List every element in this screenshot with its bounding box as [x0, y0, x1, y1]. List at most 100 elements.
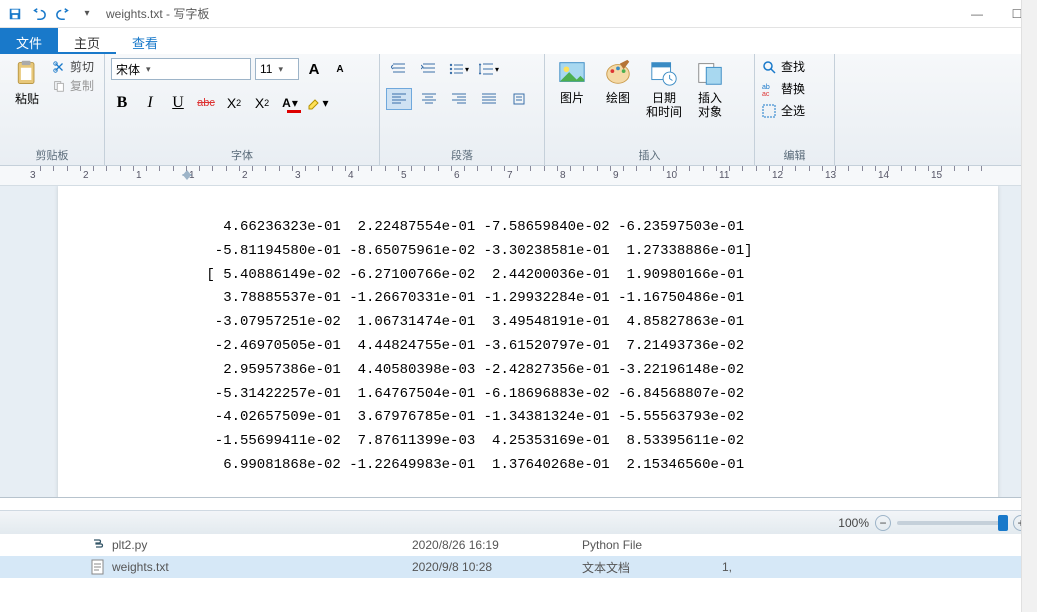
redo-icon[interactable]: [52, 3, 74, 25]
explorer-row[interactable]: weights.txt 2020/9/8 10:28 文本文档 1,: [0, 556, 1037, 578]
tab-home[interactable]: 主页: [58, 28, 116, 54]
group-insert: 图片 绘图 日期和时间 插入对象 插入: [545, 54, 755, 165]
picture-icon: [557, 58, 587, 88]
ruler-number: 1: [136, 170, 142, 181]
svg-text:ac: ac: [762, 91, 770, 97]
qat-customize-icon[interactable]: ▾: [76, 3, 98, 25]
ruler-number: 8: [560, 170, 566, 181]
indent-decrease-button[interactable]: [386, 58, 412, 80]
superscript-button[interactable]: X2: [251, 92, 273, 114]
file-type: 文本文档: [582, 559, 722, 576]
font-size-combo[interactable]: 11▾: [255, 58, 299, 80]
font-name-combo[interactable]: 宋体▾: [111, 58, 251, 80]
ruler-number: 6: [454, 170, 460, 181]
file-date: 2020/8/26 16:19: [412, 538, 582, 552]
find-button[interactable]: 查找: [761, 58, 805, 75]
selectall-icon: [761, 103, 777, 119]
group-edit-label: 编辑: [761, 145, 828, 163]
zoom-out-button[interactable]: −: [875, 515, 891, 531]
replace-button[interactable]: abac替换: [761, 80, 805, 97]
underline-button[interactable]: U: [167, 92, 189, 114]
group-paragraph-label: 段落: [386, 145, 538, 163]
ruler-number: 2: [83, 170, 89, 181]
python-file-icon: [90, 537, 106, 553]
tab-view[interactable]: 查看: [116, 28, 174, 54]
ruler-number: 3: [30, 170, 36, 181]
ruler-number: 15: [931, 170, 942, 181]
group-clipboard-label: 剪贴板: [6, 145, 98, 163]
replace-icon: abac: [761, 81, 777, 97]
strikethrough-button[interactable]: abc: [195, 92, 217, 114]
group-clipboard: 粘贴 剪切 复制 剪贴板: [0, 54, 105, 165]
align-left-button[interactable]: [386, 88, 412, 110]
file-name: weights.txt: [112, 560, 412, 574]
group-paragraph: ▾ ▾ 段落: [380, 54, 545, 165]
bullet-list-button[interactable]: ▾: [446, 58, 472, 80]
explorer-row[interactable]: plt2.py 2020/8/26 16:19 Python File: [0, 534, 1037, 556]
window-title: weights.txt - 写字板: [106, 5, 209, 22]
status-bar: 100% − +: [0, 510, 1037, 534]
zoom-label: 100%: [838, 516, 869, 530]
ruler-number: 10: [666, 170, 677, 181]
save-icon[interactable]: [4, 3, 26, 25]
align-right-button[interactable]: [446, 88, 472, 110]
insert-paint-button[interactable]: 绘图: [597, 58, 639, 105]
ruler-number: 11: [719, 170, 729, 181]
paste-label: 粘贴: [15, 90, 39, 107]
bold-button[interactable]: B: [111, 92, 133, 114]
ruler-number: 4: [348, 170, 354, 181]
ribbon: 粘贴 剪切 复制 剪贴板 宋体▾ 11▾ A A B I U abc X2: [0, 54, 1037, 166]
ruler-number: 3: [295, 170, 301, 181]
calendar-clock-icon: [649, 58, 679, 88]
explorer-background: plt2.py 2020/8/26 16:19 Python File weig…: [0, 534, 1037, 612]
insert-picture-button[interactable]: 图片: [551, 58, 593, 105]
subscript-button[interactable]: X2: [223, 92, 245, 114]
line-spacing-button[interactable]: ▾: [476, 58, 502, 80]
align-justify-button[interactable]: [476, 88, 502, 110]
italic-button[interactable]: I: [139, 92, 161, 114]
group-font-label: 字体: [111, 145, 373, 163]
ruler[interactable]: 321123456789101112131415: [0, 166, 1037, 186]
text-file-icon: [90, 559, 106, 575]
indent-increase-button[interactable]: [416, 58, 442, 80]
object-icon: [695, 58, 725, 88]
document-text[interactable]: 4.66236323e-01 2.22487554e-01 -7.5865984…: [198, 216, 968, 478]
svg-text:ab: ab: [762, 84, 770, 91]
file-date: 2020/9/8 10:28: [412, 560, 582, 574]
align-center-button[interactable]: [416, 88, 442, 110]
grow-font-button[interactable]: A: [303, 58, 325, 80]
scissors-icon: [52, 60, 66, 74]
group-edit: 查找 abac替换 全选 编辑: [755, 54, 835, 165]
title-bar: ▾ weights.txt - 写字板 — ☐: [0, 0, 1037, 28]
tab-file[interactable]: 文件: [0, 28, 58, 54]
highlight-button[interactable]: ▾: [307, 92, 329, 114]
file-size: 1,: [722, 560, 732, 574]
document-area: 4.66236323e-01 2.22487554e-01 -7.5865984…: [0, 186, 1037, 498]
paste-button[interactable]: 粘贴: [6, 58, 48, 107]
document-page[interactable]: 4.66236323e-01 2.22487554e-01 -7.5865984…: [58, 186, 998, 498]
ruler-number: 5: [401, 170, 407, 181]
vertical-scrollbar[interactable]: [1021, 0, 1037, 612]
minimize-button[interactable]: —: [957, 0, 997, 28]
selectall-button[interactable]: 全选: [761, 102, 805, 119]
ruler-number: 2: [242, 170, 248, 181]
ruler-number: 14: [878, 170, 889, 181]
ruler-number: 13: [825, 170, 836, 181]
paragraph-dialog-button[interactable]: [506, 88, 532, 110]
ruler-number: 1: [189, 170, 195, 181]
shrink-font-button[interactable]: A: [329, 58, 351, 80]
palette-icon: [603, 58, 633, 88]
copy-button[interactable]: 复制: [52, 77, 94, 94]
copy-icon: [52, 79, 66, 93]
insert-object-button[interactable]: 插入对象: [689, 58, 731, 120]
file-type: Python File: [582, 538, 722, 552]
group-insert-label: 插入: [551, 145, 748, 163]
insert-datetime-button[interactable]: 日期和时间: [643, 58, 685, 120]
ruler-number: 7: [507, 170, 513, 181]
zoom-thumb[interactable]: [998, 515, 1008, 531]
ribbon-tabs: 文件 主页 查看: [0, 28, 1037, 54]
cut-button[interactable]: 剪切: [52, 58, 94, 75]
group-font: 宋体▾ 11▾ A A B I U abc X2 X2 A▾ ▾ 字体: [105, 54, 380, 165]
undo-icon[interactable]: [28, 3, 50, 25]
zoom-slider[interactable]: [897, 521, 1007, 525]
